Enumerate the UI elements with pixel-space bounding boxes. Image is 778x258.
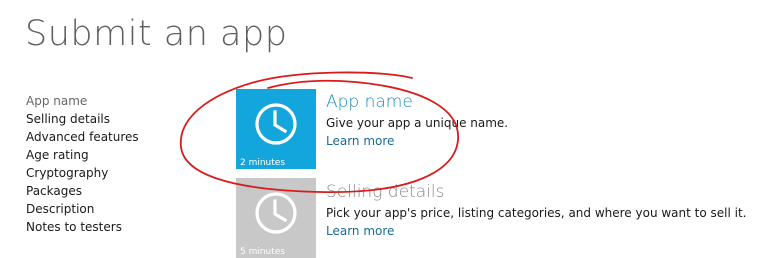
learn-more-link-app-name[interactable]: Learn more <box>326 133 394 149</box>
clock-icon <box>255 192 297 234</box>
sidebar-item-app-name[interactable]: App name <box>26 92 139 110</box>
step-title-selling-details[interactable]: Selling details <box>326 181 444 203</box>
step-description-selling-details: Pick your app's price, listing categorie… <box>326 206 747 220</box>
clock-icon <box>255 103 297 145</box>
learn-more-link-selling-details[interactable]: Learn more <box>326 223 394 239</box>
sidebar-item-packages[interactable]: Packages <box>26 182 139 200</box>
step-duration: 2 minutes <box>240 158 286 168</box>
step-tile-app-name[interactable]: 2 minutes <box>236 89 316 169</box>
sidebar-item-description[interactable]: Description <box>26 200 139 218</box>
sidebar-nav: App name Selling details Advanced featur… <box>26 92 139 236</box>
sidebar-item-age-rating[interactable]: Age rating <box>26 146 139 164</box>
sidebar-item-advanced-features[interactable]: Advanced features <box>26 128 139 146</box>
page-title: Submit an app <box>25 14 288 54</box>
step-description-app-name: Give your app a unique name. <box>326 116 509 130</box>
step-tile-selling-details[interactable]: 5 minutes <box>236 178 316 258</box>
sidebar-item-selling-details[interactable]: Selling details <box>26 110 139 128</box>
sidebar-item-cryptography[interactable]: Cryptography <box>26 164 139 182</box>
sidebar-item-notes-to-testers[interactable]: Notes to testers <box>26 218 139 236</box>
step-title-app-name[interactable]: App name <box>326 91 413 113</box>
